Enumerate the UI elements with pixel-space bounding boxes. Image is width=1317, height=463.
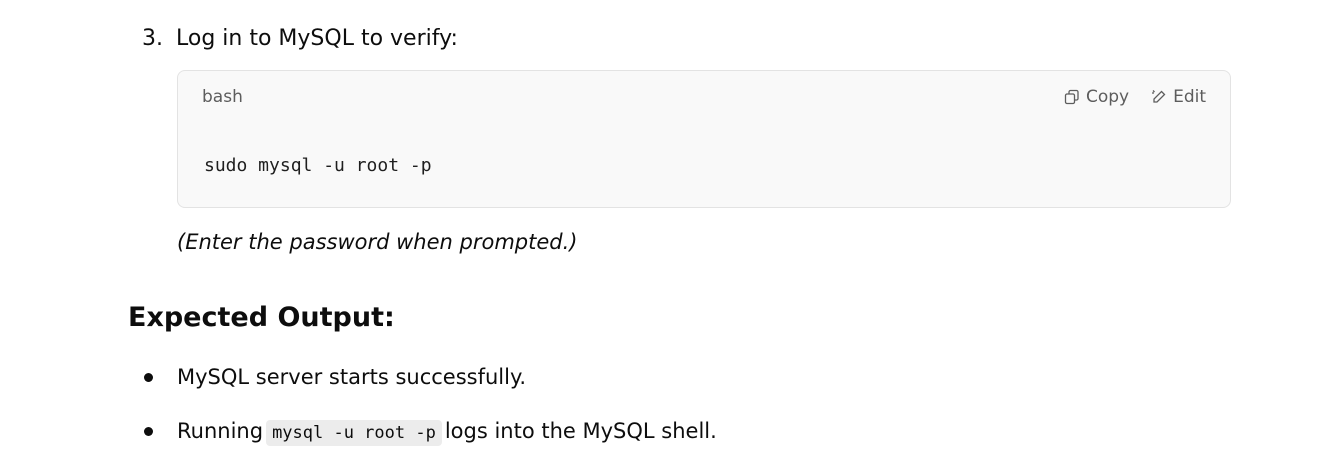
list-item-step-3: 3. Log in to MySQL to verify: [142, 24, 458, 54]
chat-message: 3. Log in to MySQL to verify: bash Copy E… [0, 0, 1317, 463]
list-item: MySQL server starts successfully. [142, 362, 717, 392]
copy-label: Copy [1085, 87, 1130, 107]
edit-label: Edit [1173, 87, 1206, 107]
step-number: 3. [142, 26, 163, 51]
bullet-list: MySQL server starts successfully. Runnin… [142, 362, 717, 446]
inline-code: mysql -u root -p [266, 420, 442, 446]
copy-icon [1064, 89, 1079, 105]
bullet-dot [144, 373, 153, 382]
code-language-label: bash [202, 87, 243, 107]
code-block: bash Copy Edit sudo mysql -u root -p [177, 70, 1231, 208]
step-text: Log in to MySQL to verify: [176, 26, 458, 51]
code-actions: Copy Edit [1064, 87, 1206, 107]
bullet-suffix: logs into the MySQL shell. [444, 419, 717, 443]
edit-button[interactable]: Edit [1151, 87, 1206, 107]
section-heading: Expected Output: [128, 302, 395, 333]
bullet-prefix: Running [177, 419, 264, 443]
list-item: Running mysql -u root -p logs into the MyS… [142, 416, 717, 446]
note-text: (Enter the password when prompted.) [177, 230, 578, 254]
edit-icon [1152, 90, 1166, 103]
code-content: sudo mysql -u root -p [204, 155, 432, 176]
bullet-text: MySQL server starts successfully. [177, 365, 527, 389]
bullet-dot [144, 427, 153, 436]
copy-button[interactable]: Copy [1064, 87, 1129, 107]
